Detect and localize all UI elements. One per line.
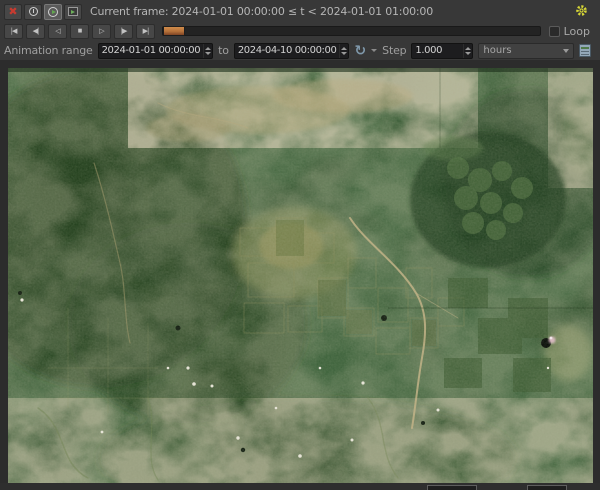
export-animation-button[interactable] <box>64 4 82 20</box>
refresh-range-icon[interactable]: ↻ <box>354 44 366 58</box>
pause-button[interactable]: ▮▮ <box>70 24 89 39</box>
satellite-imagery <box>8 68 593 483</box>
range-end-input[interactable]: 2024-04-10 00:00:00 <box>234 43 350 59</box>
step-value: 1.000 <box>412 45 445 56</box>
range-start-value: 2024-01-01 00:00:00 <box>99 45 204 56</box>
export-play-icon <box>68 7 78 16</box>
temporal-slider-handle[interactable] <box>163 26 185 36</box>
animated-navigation-button[interactable] <box>44 4 62 20</box>
red-x-icon: ✖ <box>8 6 17 17</box>
bottom-panel-edge <box>0 483 600 490</box>
range-start-input[interactable]: 2024-01-01 00:00:00 <box>98 43 214 59</box>
loop-checkbox[interactable] <box>549 26 560 37</box>
spinner-arrows-icon[interactable] <box>203 44 212 58</box>
play-clock-icon <box>48 7 58 17</box>
step-unit-select[interactable]: hours <box>478 43 574 59</box>
chevron-down-icon <box>563 49 569 53</box>
clock-icon <box>29 7 38 16</box>
animation-range-label: Animation range <box>4 44 93 57</box>
step-value-input[interactable]: 1.000 <box>411 43 473 59</box>
fixed-range-navigation-button[interactable] <box>24 4 42 20</box>
loop-label: Loop <box>564 25 590 38</box>
playback-toolbar: |◀ ◀| ◁ ▮▮ ▷ |▶ ▶| Loop <box>0 21 600 41</box>
step-unit-value: hours <box>483 45 511 56</box>
play-forward-button[interactable]: ▷ <box>92 24 111 39</box>
range-end-value: 2024-04-10 00:00:00 <box>235 45 340 56</box>
step-forward-button[interactable]: |▶ <box>114 24 133 39</box>
temporal-controller-panel: ✖ Current frame: 2024-01-01 00:00:00 ≤ t… <box>0 0 600 60</box>
map-frame <box>0 60 600 490</box>
jump-to-end-button[interactable]: ▶| <box>136 24 155 39</box>
current-frame-label: Current frame: 2024-01-01 00:00:00 ≤ t <… <box>90 5 433 18</box>
cutoff-widget <box>427 485 477 490</box>
temporal-navigation-off-button[interactable]: ✖ <box>4 4 22 20</box>
play-backward-button[interactable]: ◁ <box>48 24 67 39</box>
map-canvas[interactable] <box>8 68 593 483</box>
spinner-arrows-icon[interactable] <box>463 44 472 58</box>
step-back-button[interactable]: ◀| <box>26 24 45 39</box>
animation-range-toolbar: Animation range 2024-01-01 00:00:00 to 2… <box>0 41 600 60</box>
refresh-dropdown-caret-icon[interactable] <box>371 49 377 52</box>
spinner-arrows-icon[interactable] <box>339 44 348 58</box>
step-label: Step <box>382 44 406 57</box>
settings-gear-icon[interactable] <box>575 4 588 20</box>
cutoff-widget <box>527 485 567 490</box>
to-label: to <box>218 44 229 57</box>
temporal-slider[interactable] <box>162 26 541 36</box>
jump-to-start-button[interactable]: |◀ <box>4 24 23 39</box>
mode-toolbar: ✖ Current frame: 2024-01-01 00:00:00 ≤ t… <box>0 0 600 21</box>
calendar-icon[interactable] <box>579 44 591 57</box>
